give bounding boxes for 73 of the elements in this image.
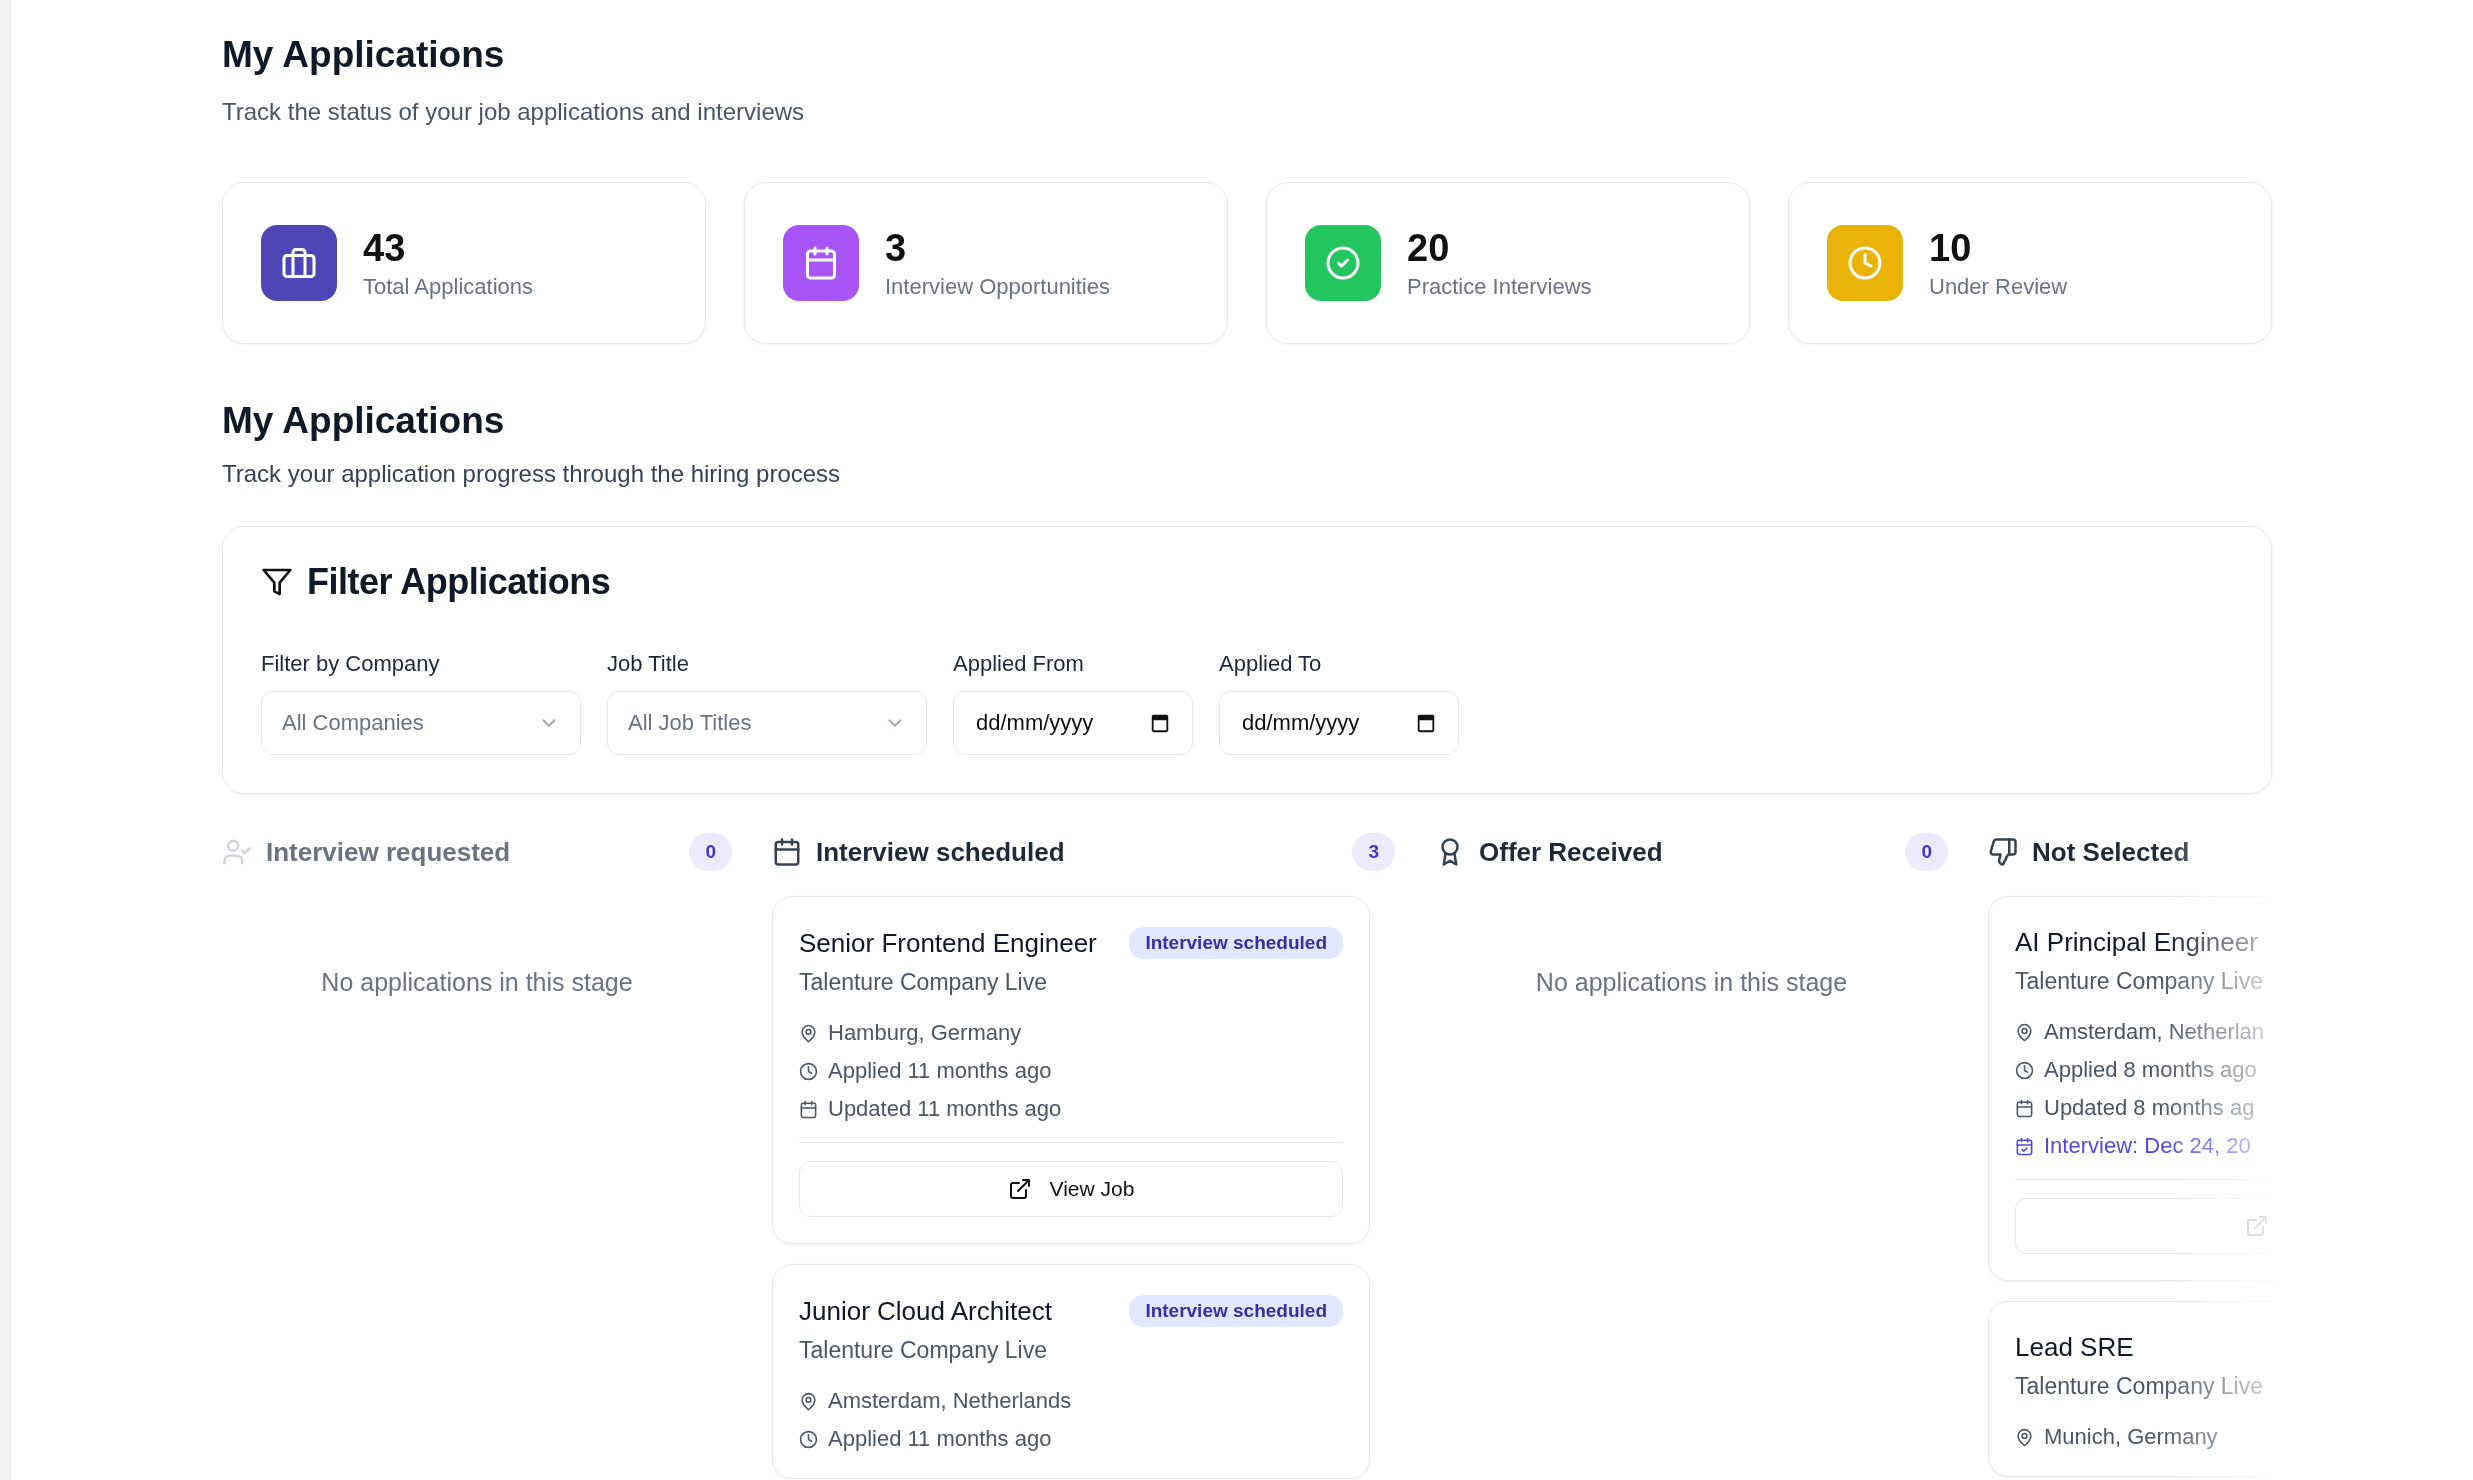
detail-text: Applied 8 months ago — [2044, 1057, 2257, 1083]
count-badge: 0 — [1905, 833, 1948, 871]
briefcase-icon — [281, 245, 317, 281]
empty-message: No applications in this stage — [1534, 968, 1849, 997]
filter-title: Filter Applications — [307, 561, 611, 603]
calendar-icon — [2015, 1098, 2034, 1118]
user-check-icon — [222, 837, 252, 867]
page-subtitle: Track the status of your job applications and interviews — [222, 98, 806, 126]
field-label: Applied From — [953, 651, 1085, 677]
count-badge: 0 — [689, 833, 732, 871]
detail-text: Updated 8 months ag — [2044, 1095, 2255, 1121]
job-title: Junior Cloud Architect — [799, 1295, 1052, 1327]
clock-icon — [799, 1061, 818, 1081]
detail-text: Hamburg, Germany — [828, 1020, 1022, 1046]
detail-text: Applied 11 months ago — [828, 1058, 1052, 1084]
company-name: Talenture Company Live — [2015, 968, 2264, 995]
filter-icon — [261, 566, 293, 598]
stat-label: Practice Interviews — [1407, 273, 1592, 300]
count-badge: 3 — [1352, 833, 1395, 871]
stat-value: 3 — [885, 226, 908, 270]
field-label: Filter by Company — [261, 651, 441, 677]
calendar-check-icon — [2015, 1136, 2034, 1156]
stat-label: Total Applications — [363, 273, 533, 300]
company-name: Talenture Company Live — [799, 969, 1049, 996]
stat-label: Interview Opportunities — [885, 273, 1110, 300]
map-pin-icon — [799, 1391, 818, 1411]
stat-value: 20 — [1407, 226, 1451, 270]
job-title: Lead SRE — [2015, 1332, 2134, 1363]
stat-value: 43 — [363, 226, 407, 270]
calendar-icon[interactable] — [1415, 712, 1437, 734]
clock-icon — [799, 1429, 818, 1449]
date-field[interactable]: dd/mm/yyyy — [1219, 691, 1459, 755]
clock-icon — [1847, 245, 1883, 281]
calendar-icon — [803, 245, 839, 281]
field-label: Job Title — [607, 651, 690, 677]
company-name: Talenture Company Live — [2015, 1373, 2264, 1400]
external-link-icon — [1007, 1177, 1032, 1201]
column-title: Offer Received — [1479, 836, 1664, 868]
section-title: My Applications — [222, 400, 506, 442]
column-title: Interview requested — [266, 836, 512, 868]
detail-text: Munich, Germany — [2044, 1424, 2218, 1450]
calendar-icon[interactable] — [1149, 712, 1171, 734]
dropdown[interactable]: All Job Titles — [607, 691, 927, 755]
detail-text: Amsterdam, Netherlands — [828, 1388, 1072, 1414]
thumbs-down-icon — [1988, 837, 2018, 867]
interview-date: Interview: Dec 24, 20 — [2044, 1133, 2251, 1159]
check-circle-icon — [1325, 245, 1361, 281]
job-title: Senior Frontend Engineer — [799, 927, 1097, 959]
job-title: AI Principal Engineer — [2015, 927, 2258, 958]
stat-label: Under Review — [1929, 273, 2068, 300]
field-label: Applied To — [1219, 651, 1323, 677]
date-field[interactable]: dd/mm/yyyy — [953, 691, 1193, 755]
map-pin-icon — [2015, 1022, 2034, 1042]
detail-text: Applied 11 months ago — [828, 1426, 1052, 1452]
detail-text: Updated 11 months ago — [828, 1096, 1062, 1122]
map-pin-icon — [2015, 1427, 2034, 1447]
section-subtitle: Track your application progress through the hiring process — [222, 460, 842, 488]
detail-text: Amsterdam, Netherlan — [2044, 1019, 2265, 1045]
page-title: My Applications — [222, 34, 506, 76]
calendar-icon — [772, 837, 802, 867]
company-name: Talenture Company Live — [799, 1337, 1049, 1364]
external-link-icon — [2245, 1214, 2269, 1238]
calendar-icon — [799, 1099, 818, 1119]
map-pin-icon — [799, 1023, 818, 1043]
view-job-button[interactable]: View Job — [799, 1161, 1343, 1217]
clock-icon — [2015, 1060, 2034, 1080]
column-title: Interview scheduled — [816, 836, 1066, 868]
column-title: Not Selected — [2032, 836, 2191, 868]
status-badge: Interview scheduled — [1129, 1295, 1343, 1327]
dropdown[interactable]: All Companies — [261, 691, 581, 755]
stat-value: 10 — [1929, 226, 1973, 270]
empty-message: No applications in this stage — [320, 968, 634, 997]
status-badge: Interview scheduled — [1129, 927, 1343, 959]
